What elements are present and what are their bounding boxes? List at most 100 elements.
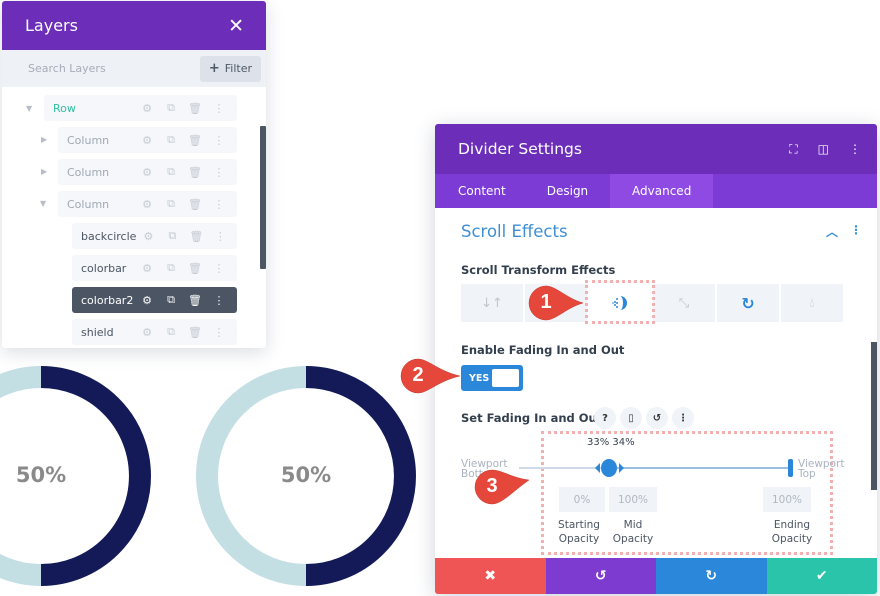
label-line: Opacity bbox=[771, 533, 813, 545]
more-vertical-icon[interactable]: ⋮ bbox=[207, 262, 231, 275]
duplicate-icon[interactable]: ⧉ bbox=[159, 293, 183, 307]
checkmark-icon: ✔ bbox=[815, 568, 828, 584]
trash-icon[interactable]: 🗑 bbox=[183, 198, 207, 211]
more-vertical-icon[interactable]: ⋮ bbox=[207, 102, 231, 115]
help-icon[interactable]: ? bbox=[594, 407, 616, 429]
modal-scrollbar[interactable] bbox=[871, 342, 877, 490]
set-fading-label: Set Fading In and Out bbox=[461, 411, 603, 425]
settings-icon[interactable]: ⚙ bbox=[135, 134, 159, 147]
duplicate-icon[interactable]: ⧉ bbox=[159, 197, 183, 211]
trash-icon[interactable]: 🗑 bbox=[183, 102, 207, 115]
blur-effect[interactable]: 💧︎ bbox=[781, 284, 843, 322]
handle-right-arrow-icon bbox=[619, 463, 624, 473]
fading-toggle[interactable]: YES bbox=[461, 365, 523, 391]
more-vertical-icon[interactable]: ⋮ bbox=[207, 198, 231, 211]
rotate-icon: ↻ bbox=[741, 293, 755, 313]
modal-footer: ✖ ↺ ↻ ✔ bbox=[435, 558, 877, 594]
more-vertical-icon[interactable]: ⋮ bbox=[207, 326, 231, 339]
caret-down-icon[interactable]: ▼ bbox=[40, 199, 46, 208]
settings-icon[interactable]: ⚙ bbox=[136, 230, 160, 243]
ending-opacity-input[interactable]: 100% bbox=[763, 487, 811, 512]
layer-item-module[interactable]: backcircle ⚙ ⧉ 🗑 ⋮ bbox=[72, 223, 237, 249]
arrows-up-down-icon: ↓↑ bbox=[481, 295, 503, 311]
duplicate-icon[interactable]: ⧉ bbox=[159, 133, 183, 147]
caret-right-icon[interactable]: ▶ bbox=[41, 167, 47, 176]
caret-down-icon[interactable]: ▼ bbox=[26, 104, 32, 113]
layer-item-row[interactable]: Row ⚙ ⧉ 🗑 ⋮ bbox=[44, 95, 237, 121]
layer-item-module[interactable]: shield ⚙ ⧉ 🗑 ⋮ bbox=[72, 319, 237, 345]
split-view-icon[interactable]: ◫ bbox=[818, 142, 829, 157]
layer-item-column[interactable]: Column ⚙ ⧉ 🗑 ⋮ bbox=[58, 191, 237, 217]
label-line: Opacity bbox=[558, 533, 600, 545]
vertical-motion-effect[interactable]: ↓↑ bbox=[461, 284, 523, 322]
tab-design[interactable]: Design bbox=[529, 174, 610, 208]
chevron-up-icon[interactable]: ︿ bbox=[826, 223, 838, 240]
settings-icon[interactable]: ⚙ bbox=[135, 166, 159, 179]
more-vertical-icon[interactable]: ⋮ bbox=[672, 407, 694, 429]
settings-icon[interactable]: ⚙ bbox=[135, 262, 159, 275]
trash-icon[interactable]: 🗑 bbox=[183, 326, 207, 339]
more-vertical-icon[interactable]: ⋮ bbox=[850, 223, 862, 240]
mid-opacity-input[interactable]: 100% bbox=[609, 487, 657, 512]
layers-scrollbar[interactable] bbox=[260, 126, 266, 269]
settings-icon[interactable]: ⚙ bbox=[135, 198, 159, 211]
layer-name: Column bbox=[67, 165, 110, 179]
more-vertical-icon[interactable]: ⋮ bbox=[207, 134, 231, 147]
cancel-button[interactable]: ✖ bbox=[435, 558, 546, 594]
rotating-effect[interactable]: ↻ bbox=[717, 284, 779, 322]
section-title: Scroll Effects bbox=[461, 222, 568, 241]
settings-icon[interactable]: ⚙ bbox=[135, 294, 159, 307]
label-line: Starting bbox=[558, 519, 600, 531]
layer-name: Column bbox=[67, 133, 110, 147]
scroll-effects-header[interactable]: Scroll Effects ︿ ⋮ bbox=[435, 222, 877, 241]
layer-item-module-active[interactable]: colorbar2 ⚙ ⧉ 🗑 ⋮ bbox=[72, 287, 237, 313]
modal-title: Divider Settings bbox=[458, 140, 582, 158]
trash-icon[interactable]: 🗑 bbox=[184, 230, 208, 243]
layer-name: shield bbox=[81, 325, 114, 339]
trash-icon[interactable]: 🗑 bbox=[183, 294, 207, 307]
duplicate-icon[interactable]: ⧉ bbox=[159, 261, 183, 275]
slider-mid-handle[interactable] bbox=[601, 459, 617, 477]
modal-header: Divider Settings ⛶ ◫ ⋮ bbox=[435, 124, 877, 174]
tab-advanced[interactable]: Advanced bbox=[610, 174, 714, 208]
mobile-icon[interactable]: ▯ bbox=[620, 407, 642, 429]
reset-icon[interactable]: ↺ bbox=[646, 407, 668, 429]
slider-end-handle[interactable] bbox=[788, 459, 793, 477]
undo-icon: ↺ bbox=[594, 568, 607, 584]
search-layers-input[interactable] bbox=[28, 62, 178, 75]
layers-title: Layers bbox=[25, 16, 78, 35]
duplicate-icon[interactable]: ⧉ bbox=[159, 101, 183, 115]
duplicate-icon[interactable]: ⧉ bbox=[160, 229, 184, 243]
close-icon[interactable]: ✕ bbox=[228, 15, 244, 37]
layer-item-column[interactable]: Column ⚙ ⧉ 🗑 ⋮ bbox=[58, 159, 237, 185]
more-vertical-icon[interactable]: ⋮ bbox=[207, 294, 231, 307]
layers-tree: ▼ Row ⚙ ⧉ 🗑 ⋮ ▶ Column ⚙ ⧉ 🗑 ⋮ ▶ Column ⚙ ⧉ 🗑 ⋮ ▼… bbox=[2, 87, 266, 345]
field-options: ? ▯ ↺ ⋮ bbox=[594, 407, 694, 429]
tab-content[interactable]: Content bbox=[435, 174, 529, 208]
layer-name: Row bbox=[53, 101, 76, 115]
label-line: Opacity bbox=[612, 533, 654, 545]
layer-item-column[interactable]: Column ⚙ ⧉ 🗑 ⋮ bbox=[58, 127, 237, 153]
duplicate-icon[interactable]: ⧉ bbox=[159, 325, 183, 339]
save-button[interactable]: ✔ bbox=[766, 558, 877, 594]
trash-icon[interactable]: 🗑 bbox=[183, 134, 207, 147]
ending-opacity-label: Ending Opacity bbox=[766, 518, 818, 546]
more-vertical-icon[interactable]: ⋮ bbox=[207, 166, 231, 179]
callout-number: 3 bbox=[486, 474, 498, 497]
scaling-effect[interactable]: ⤡ bbox=[653, 284, 715, 322]
fullscreen-icon[interactable]: ⛶ bbox=[789, 142, 797, 157]
filter-button[interactable]: + Filter bbox=[199, 55, 261, 82]
redo-button[interactable]: ↻ bbox=[656, 558, 767, 594]
settings-icon[interactable]: ⚙ bbox=[135, 102, 159, 115]
more-vertical-icon[interactable]: ⋮ bbox=[849, 142, 861, 157]
layer-item-module[interactable]: colorbar ⚙ ⧉ 🗑 ⋮ bbox=[72, 255, 237, 281]
trash-icon[interactable]: 🗑 bbox=[183, 166, 207, 179]
settings-icon[interactable]: ⚙ bbox=[135, 326, 159, 339]
more-vertical-icon[interactable]: ⋮ bbox=[208, 230, 232, 243]
starting-opacity-input[interactable]: 0% bbox=[559, 487, 605, 512]
undo-button[interactable]: ↺ bbox=[545, 558, 656, 594]
trash-icon[interactable]: 🗑 bbox=[183, 262, 207, 275]
callout-marker-1: 1 bbox=[528, 284, 584, 321]
caret-right-icon[interactable]: ▶ bbox=[41, 135, 47, 144]
duplicate-icon[interactable]: ⧉ bbox=[159, 165, 183, 179]
